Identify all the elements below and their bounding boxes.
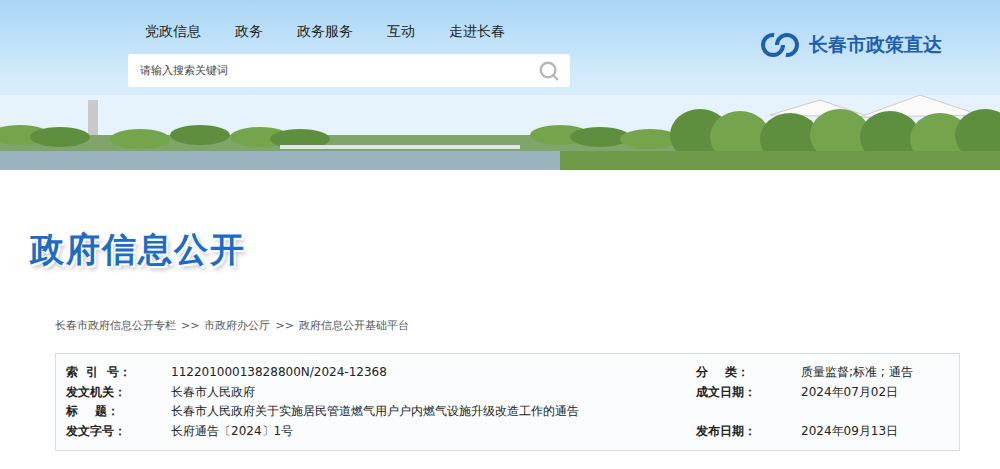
nav-item[interactable]: 互动 [387, 20, 415, 42]
info-label: 发布日期： [696, 422, 801, 441]
nav-item[interactable]: 政务服务 [297, 20, 353, 42]
info-value: 长春市人民政府 [171, 383, 696, 402]
info-value: 长府通告〔2024〕1号 [171, 422, 696, 441]
logo-text: 长春市政策直达 [809, 32, 942, 58]
breadcrumb-item[interactable]: 政府信息公开基础平台 [299, 318, 409, 334]
info-value: 长春市人民政府关于实施居民管道燃气用户户内燃气设施升级改造工作的通告 [171, 402, 696, 421]
info-table: 索 引 号：11220100013828800N/2024-12368分 类：质… [55, 353, 960, 451]
breadcrumb-separator: >> [181, 318, 199, 334]
info-value: 11220100013828800N/2024-12368 [171, 363, 696, 382]
search-input[interactable] [138, 63, 538, 78]
banner-left: 党政信息 政务 政务服务 互动 走进长春 [128, 0, 570, 95]
page-title: 政府信息公开 [0, 228, 1000, 270]
search-box [128, 54, 570, 87]
info-row: 标 题：长春市人民政府关于实施居民管道燃气用户户内燃气设施升级改造工作的通告 [66, 402, 949, 422]
site-logo[interactable]: 长春市政策直达 [759, 0, 942, 60]
banner-landscape [0, 95, 1000, 170]
nav-item[interactable]: 政务 [235, 20, 263, 42]
logo-icon [759, 32, 801, 58]
main-nav: 党政信息 政务 政务服务 互动 走进长春 [128, 20, 570, 42]
info-value: 2024年07月02日 [801, 383, 949, 402]
banner: 党政信息 政务 政务服务 互动 走进长春长春市政策直达 [0, 0, 1000, 170]
breadcrumb: 长春市政府信息公开专栏 >> 市政府办公厅 >> 政府信息公开基础平台 [0, 318, 1000, 334]
content: 政府信息公开长春市政府信息公开专栏 >> 市政府办公厅 >> 政府信息公开基础平台索 引… [0, 170, 1000, 451]
banner-top: 党政信息 政务 政务服务 互动 走进长春长春市政策直达 [0, 0, 1000, 95]
search-icon[interactable] [538, 60, 560, 82]
info-row: 索 引 号：11220100013828800N/2024-12368分 类：质… [66, 363, 949, 383]
breadcrumb-item[interactable]: 长春市政府信息公开专栏 [55, 318, 176, 334]
info-label: 标 题： [66, 402, 171, 421]
info-label: 发文机关： [66, 383, 171, 402]
info-label: 分 类： [696, 363, 801, 382]
page: 党政信息 政务 政务服务 互动 走进长春长春市政策直达政府信息公开长春市政府信息公开专栏… [0, 0, 1000, 469]
info-label: 索 引 号： [66, 363, 171, 382]
info-label: 成文日期： [696, 383, 801, 402]
nav-item[interactable]: 走进长春 [449, 20, 505, 42]
info-value: 2024年09月13日 [801, 422, 949, 441]
info-row: 发文字号：长府通告〔2024〕1号发布日期：2024年09月13日 [66, 422, 949, 442]
info-label: 发文字号： [66, 422, 171, 441]
breadcrumb-separator: >> [275, 318, 293, 334]
info-value: 质量监督;标准 ; 通告 [801, 363, 949, 382]
info-row: 发文机关：长春市人民政府成文日期：2024年07月02日 [66, 383, 949, 403]
breadcrumb-item[interactable]: 市政府办公厅 [204, 318, 270, 334]
nav-item[interactable]: 党政信息 [145, 20, 201, 42]
